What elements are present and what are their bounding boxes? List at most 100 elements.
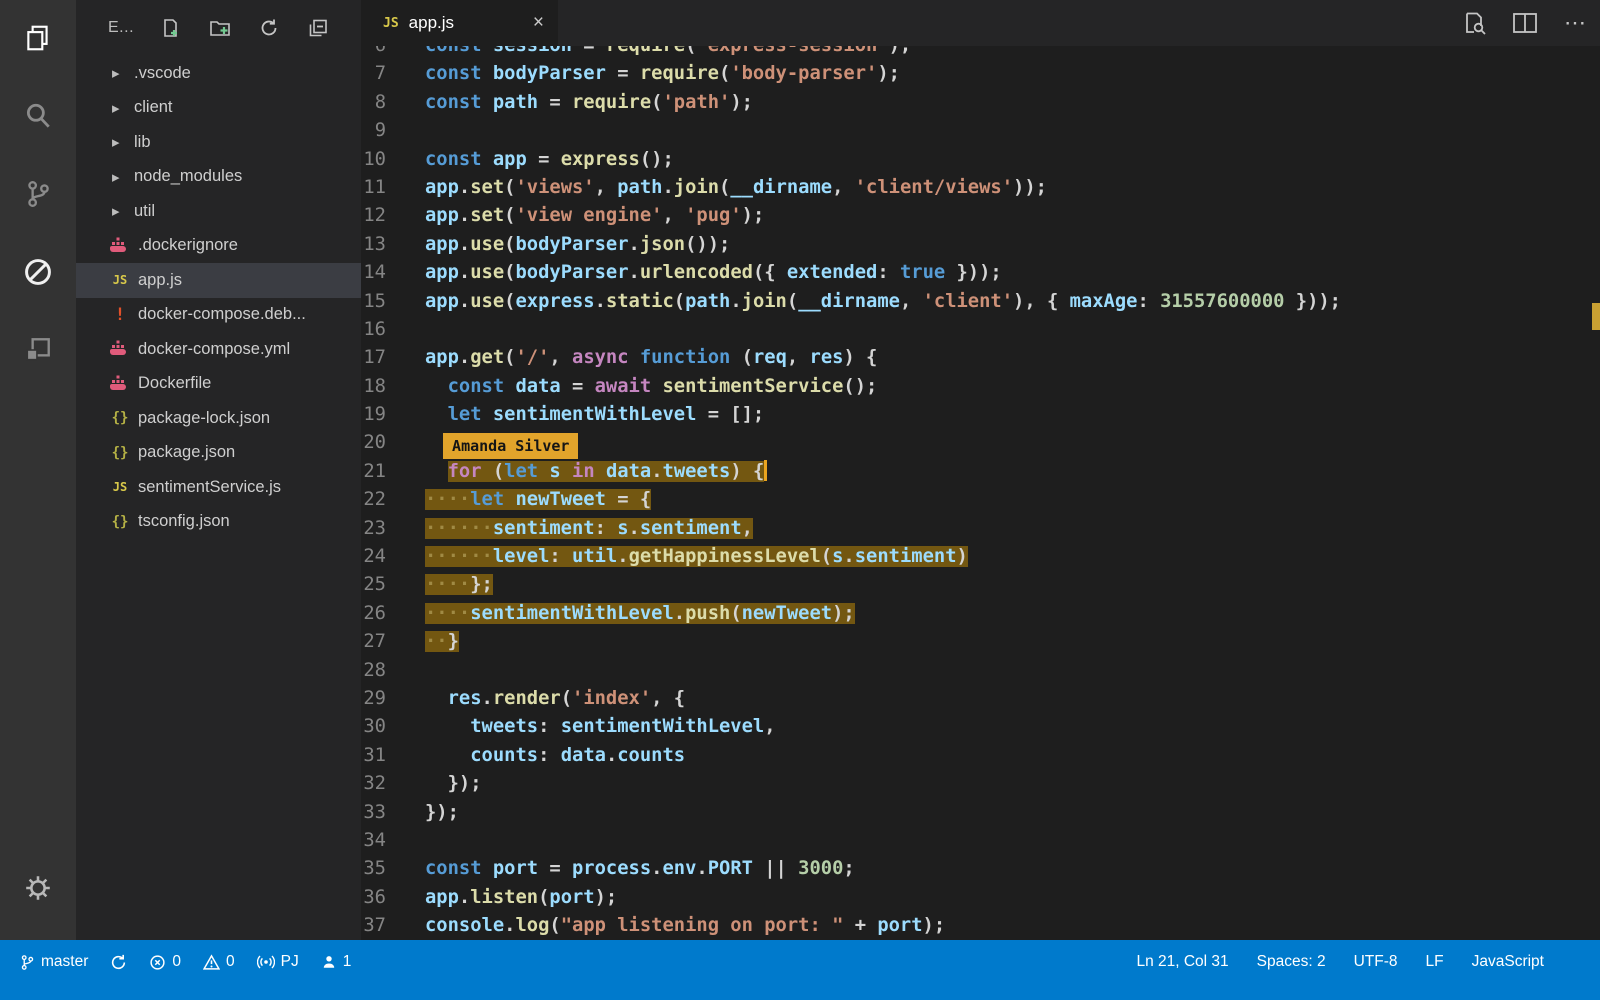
code-line-32[interactable]: 32 }); bbox=[361, 770, 1600, 798]
new-folder-icon[interactable] bbox=[209, 17, 231, 39]
folder-item-util[interactable]: ▸util bbox=[76, 194, 361, 229]
code-line-35[interactable]: 35const port = process.env.PORT || 3000; bbox=[361, 855, 1600, 883]
code-line-30[interactable]: 30 tweets: sentimentWithLevel, bbox=[361, 713, 1600, 741]
chevron-right-icon: ▸ bbox=[112, 64, 132, 82]
errors-status-item[interactable]: 0 bbox=[149, 953, 181, 971]
file-item-docker-compose-deb-[interactable]: !docker-compose.deb... bbox=[76, 298, 361, 333]
line-number: 10 bbox=[361, 146, 425, 174]
line-number: 30 bbox=[361, 713, 425, 741]
chevron-right-icon: ▸ bbox=[112, 168, 132, 186]
code-line-9[interactable]: 9 bbox=[361, 117, 1600, 145]
tab-strip: JS app.js × ⋯ bbox=[361, 0, 1600, 46]
code-line-10[interactable]: 10const app = express(); bbox=[361, 146, 1600, 174]
code-line-15[interactable]: 15app.use(express.static(path.join(__dir… bbox=[361, 288, 1600, 316]
code-line-23[interactable]: 23······sentiment: s.sentiment, bbox=[361, 515, 1600, 543]
file-search-icon[interactable] bbox=[1462, 10, 1488, 36]
search-icon[interactable] bbox=[12, 90, 64, 142]
explorer-icon[interactable] bbox=[12, 12, 64, 64]
refresh-icon[interactable] bbox=[258, 17, 280, 39]
code-editor[interactable]: 6const session = require('express-sessio… bbox=[361, 46, 1600, 940]
source-control-icon[interactable] bbox=[12, 168, 64, 220]
file-item-docker-compose-yml[interactable]: docker-compose.yml bbox=[76, 332, 361, 367]
warnings-status-item[interactable]: 0 bbox=[203, 953, 235, 971]
code-line-17[interactable]: 17app.get('/', async function (req, res)… bbox=[361, 344, 1600, 372]
line-number: 19 bbox=[361, 401, 425, 429]
encoding-item[interactable]: UTF-8 bbox=[1354, 953, 1398, 971]
code-line-27[interactable]: 27··} bbox=[361, 628, 1600, 656]
line-number: 11 bbox=[361, 174, 425, 202]
code-line-26[interactable]: 26····sentimentWithLevel.push(newTweet); bbox=[361, 600, 1600, 628]
code-line-31[interactable]: 31 counts: data.counts bbox=[361, 742, 1600, 770]
line-number: 28 bbox=[361, 657, 425, 685]
code-line-11[interactable]: 11app.set('views', path.join(__dirname, … bbox=[361, 174, 1600, 202]
file-item-sentimentservice-js[interactable]: JSsentimentService.js bbox=[76, 470, 361, 505]
code-line-18[interactable]: 18 const data = await sentimentService()… bbox=[361, 373, 1600, 401]
editor-group: JS app.js × ⋯ 6const sessio bbox=[361, 0, 1600, 940]
sync-status-item[interactable] bbox=[110, 954, 127, 971]
docker-file-icon bbox=[108, 340, 132, 358]
file-item-app-js[interactable]: JSapp.js bbox=[76, 263, 361, 298]
status-bar: master 0 0 bbox=[0, 940, 1600, 1000]
alert-file-icon: ! bbox=[108, 306, 132, 324]
remote-caret bbox=[764, 460, 767, 481]
file-label: sentimentService.js bbox=[138, 478, 281, 497]
code-line-20[interactable]: 20Amanda Silver bbox=[361, 429, 1600, 457]
file-item-package-lock-json[interactable]: {}package-lock.json bbox=[76, 401, 361, 436]
indentation-item[interactable]: Spaces: 2 bbox=[1257, 953, 1326, 971]
line-number: 24 bbox=[361, 543, 425, 571]
code-line-37[interactable]: 37console.log("app listening on port: " … bbox=[361, 912, 1600, 940]
code-line-13[interactable]: 13app.use(bodyParser.json()); bbox=[361, 231, 1600, 259]
line-number: 14 bbox=[361, 259, 425, 287]
collapse-all-icon[interactable] bbox=[307, 17, 329, 39]
cursor-position-item[interactable]: Ln 21, Col 31 bbox=[1136, 953, 1228, 971]
file-item--dockerignore[interactable]: .dockerignore bbox=[76, 229, 361, 264]
code-line-34[interactable]: 34 bbox=[361, 827, 1600, 855]
code-line-8[interactable]: 8const path = require('path'); bbox=[361, 89, 1600, 117]
extensions-icon[interactable] bbox=[12, 324, 64, 376]
code-line-22[interactable]: 22····let newTweet = { bbox=[361, 486, 1600, 514]
live-share-status-item[interactable]: PJ bbox=[257, 953, 299, 971]
overview-ruler-selection-mark bbox=[1592, 303, 1600, 330]
json-file-icon: {} bbox=[108, 513, 132, 531]
code-line-7[interactable]: 7const bodyParser = require('body-parser… bbox=[361, 60, 1600, 88]
tab-close-icon[interactable]: × bbox=[533, 12, 544, 34]
code-line-12[interactable]: 12app.set('view engine', 'pug'); bbox=[361, 202, 1600, 230]
file-label: lib bbox=[134, 133, 151, 152]
code-line-21[interactable]: 21 for (let s in data.tweets) { bbox=[361, 458, 1600, 486]
file-item-dockerfile[interactable]: Dockerfile bbox=[76, 367, 361, 402]
settings-gear-icon[interactable] bbox=[12, 862, 64, 914]
code-line-24[interactable]: 24······level: util.getHappinessLevel(s.… bbox=[361, 543, 1600, 571]
file-item-package-json[interactable]: {}package.json bbox=[76, 436, 361, 471]
new-file-icon[interactable] bbox=[160, 17, 182, 39]
collab-cursor-label: Amanda Silver bbox=[443, 433, 578, 459]
participants-status-item[interactable]: 1 bbox=[321, 953, 352, 971]
branch-status-item[interactable]: master bbox=[20, 953, 88, 971]
code-line-25[interactable]: 25····}; bbox=[361, 571, 1600, 599]
debug-icon[interactable] bbox=[12, 246, 64, 298]
split-editor-icon[interactable] bbox=[1512, 10, 1538, 36]
folder-item-client[interactable]: ▸client bbox=[76, 91, 361, 126]
file-label: node_modules bbox=[134, 167, 242, 186]
file-label: tsconfig.json bbox=[138, 512, 230, 531]
line-number: 34 bbox=[361, 827, 425, 855]
code-line-6[interactable]: 6const session = require('express-sessio… bbox=[361, 46, 1600, 60]
folder-item-node-modules[interactable]: ▸node_modules bbox=[76, 160, 361, 195]
tab-app-js[interactable]: JS app.js × bbox=[361, 0, 558, 46]
eol-item[interactable]: LF bbox=[1426, 953, 1444, 971]
folder-item--vscode[interactable]: ▸.vscode bbox=[76, 56, 361, 91]
code-line-19[interactable]: 19 let sentimentWithLevel = []; bbox=[361, 401, 1600, 429]
docker-file-icon bbox=[108, 237, 132, 255]
code-line-29[interactable]: 29 res.render('index', { bbox=[361, 685, 1600, 713]
code-line-33[interactable]: 33}); bbox=[361, 799, 1600, 827]
line-number: 9 bbox=[361, 117, 425, 145]
code-line-28[interactable]: 28 bbox=[361, 657, 1600, 685]
chevron-right-icon: ▸ bbox=[112, 133, 132, 151]
code-line-36[interactable]: 36app.listen(port); bbox=[361, 884, 1600, 912]
line-number: 6 bbox=[361, 46, 425, 60]
language-mode-item[interactable]: JavaScript bbox=[1472, 953, 1544, 971]
folder-item-lib[interactable]: ▸lib bbox=[76, 125, 361, 160]
code-line-14[interactable]: 14app.use(bodyParser.urlencoded({ extend… bbox=[361, 259, 1600, 287]
code-line-16[interactable]: 16 bbox=[361, 316, 1600, 344]
file-item-tsconfig-json[interactable]: {} tsconfig.json bbox=[76, 505, 361, 540]
more-actions-icon[interactable]: ⋯ bbox=[1562, 10, 1588, 36]
